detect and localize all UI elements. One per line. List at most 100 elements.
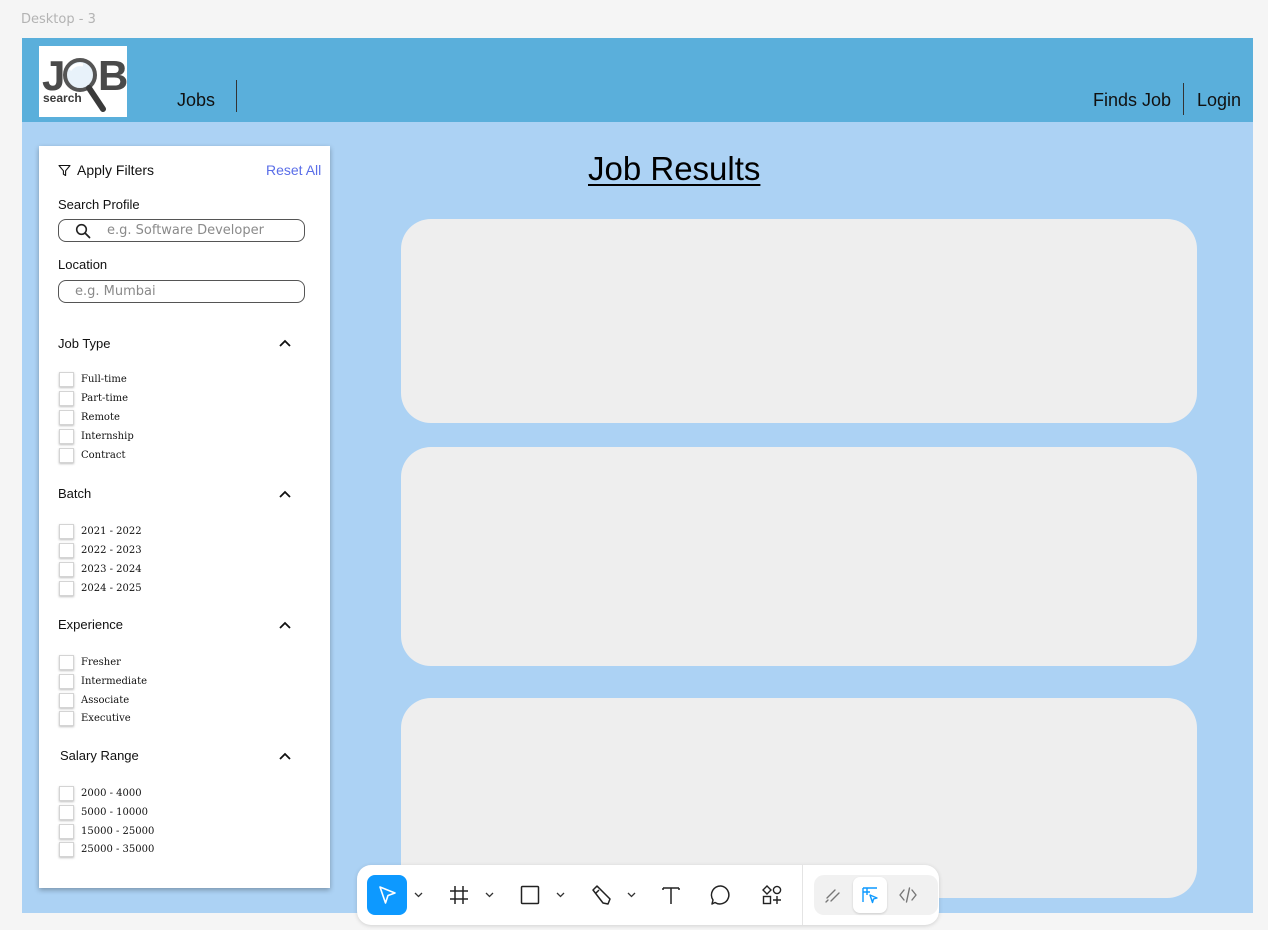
checkbox[interactable]: [59, 824, 74, 839]
design-mode-button[interactable]: [853, 877, 887, 913]
checkbox-remote[interactable]: Remote: [59, 410, 120, 425]
checkbox-label: 25000 - 35000: [81, 844, 155, 855]
location-field[interactable]: [58, 280, 305, 303]
checkbox[interactable]: [59, 805, 74, 820]
checkbox[interactable]: [59, 429, 74, 444]
pen-tool-button[interactable]: [587, 881, 615, 909]
checkbox[interactable]: [59, 655, 74, 670]
checkbox-label: Contract: [81, 450, 126, 461]
checkbox-salary-4[interactable]: 25000 - 35000: [59, 842, 154, 857]
checkbox-intermediate[interactable]: Intermediate: [59, 674, 147, 689]
dev-mode-button[interactable]: [893, 880, 923, 910]
dev-mode-icon: [899, 887, 917, 903]
checkbox-internship[interactable]: Internship: [59, 429, 134, 444]
checkbox-label: Full-time: [81, 374, 127, 385]
checkbox[interactable]: [59, 674, 74, 689]
reset-all-link[interactable]: Reset All: [266, 162, 321, 178]
checkbox-salary-2[interactable]: 5000 - 10000: [59, 805, 148, 820]
checkbox-fresher[interactable]: Fresher: [59, 655, 121, 670]
frame-icon: [450, 886, 468, 904]
apply-filters-heading[interactable]: Apply Filters: [58, 162, 154, 178]
pen-icon: [592, 885, 611, 905]
checkbox-part-time[interactable]: Part-time: [59, 391, 128, 406]
checkbox-label: Intermediate: [81, 676, 148, 687]
checkbox-batch-2021[interactable]: 2021 - 2022: [59, 524, 142, 539]
checkbox[interactable]: [59, 786, 74, 801]
comment-tool-button[interactable]: [707, 881, 735, 909]
checkbox-contract[interactable]: Contract: [59, 448, 126, 463]
nav-divider: [236, 80, 237, 112]
design-mode-icon: [862, 887, 878, 904]
checkbox-label: Associate: [81, 695, 130, 706]
location-input[interactable]: [75, 284, 265, 299]
text-icon: [662, 887, 680, 904]
checkbox[interactable]: [59, 581, 74, 596]
checkbox[interactable]: [59, 543, 74, 558]
job-search-logo[interactable]: J B search: [39, 46, 128, 117]
move-tool-button[interactable]: [367, 875, 407, 915]
chevron-down-icon: [414, 892, 422, 898]
location-label: Location: [58, 257, 108, 272]
checkbox-associate[interactable]: Associate: [59, 693, 129, 708]
rectangle-icon: [520, 885, 540, 905]
chevron-up-icon[interactable]: [278, 618, 292, 632]
checkbox[interactable]: [59, 711, 74, 726]
checkbox-label: Part-time: [81, 393, 129, 404]
frame-tool-button[interactable]: [445, 881, 473, 909]
search-profile-field[interactable]: [58, 219, 305, 242]
nav-divider: [1183, 83, 1184, 115]
experience-heading: Experience: [58, 617, 124, 632]
move-tool-dropdown[interactable]: [412, 889, 424, 901]
nav-login-link[interactable]: Login: [1197, 90, 1241, 111]
comment-icon: [710, 885, 730, 905]
checkbox-full-time[interactable]: Full-time: [59, 372, 127, 387]
chevron-up-icon[interactable]: [278, 336, 292, 350]
nav-finds-job-link[interactable]: Finds Job: [1093, 90, 1171, 111]
chevron-down-icon: [485, 892, 493, 898]
checkbox-batch-2024[interactable]: 2024 - 2025: [59, 581, 142, 596]
chevron-down-icon: [627, 892, 635, 898]
checkbox[interactable]: [59, 693, 74, 708]
checkbox-batch-2022[interactable]: 2022 - 2023: [59, 543, 142, 558]
svg-text:search: search: [43, 91, 82, 105]
checkbox[interactable]: [59, 372, 74, 387]
job-result-card[interactable]: [401, 447, 1197, 666]
checkbox-label: Internship: [81, 431, 134, 442]
checkbox-label: 2000 - 4000: [81, 788, 142, 799]
job-result-card[interactable]: [401, 219, 1197, 423]
rectangle-tool-button[interactable]: [516, 881, 544, 909]
checkbox-label: Executive: [81, 713, 131, 724]
checkbox-label: 5000 - 10000: [81, 807, 148, 818]
chevron-up-icon[interactable]: [278, 749, 292, 763]
checkbox[interactable]: [59, 842, 74, 857]
checkbox[interactable]: [59, 562, 74, 577]
chevron-up-icon[interactable]: [278, 487, 292, 501]
text-tool-button[interactable]: [657, 881, 685, 909]
checkbox-label: Fresher: [81, 657, 121, 668]
search-icon: [75, 223, 91, 238]
checkbox[interactable]: [59, 410, 74, 425]
draw-mode-icon: [825, 889, 840, 903]
checkbox-label: 2021 - 2022: [81, 526, 142, 537]
job-results-title: Job Results: [588, 150, 761, 187]
nav-jobs-link[interactable]: Jobs: [177, 90, 215, 111]
checkbox-executive[interactable]: Executive: [59, 711, 131, 726]
pen-tool-dropdown[interactable]: [625, 889, 637, 901]
search-profile-input[interactable]: [107, 223, 297, 238]
checkbox-salary-1[interactable]: 2000 - 4000: [59, 786, 142, 801]
draw-mode-button[interactable]: [819, 880, 849, 910]
chevron-down-icon: [556, 892, 564, 898]
checkbox-salary-3[interactable]: 15000 - 25000: [59, 824, 154, 839]
search-profile-label: Search Profile: [58, 197, 140, 212]
checkbox-batch-2023[interactable]: 2023 - 2024: [59, 562, 142, 577]
checkbox[interactable]: [59, 391, 74, 406]
navbar: J B search Jobs Finds Job Login: [22, 38, 1253, 122]
checkbox-label: Remote: [81, 412, 120, 423]
checkbox[interactable]: [59, 448, 74, 463]
rectangle-tool-dropdown[interactable]: [554, 889, 566, 901]
components-tool-button[interactable]: [758, 881, 786, 909]
design-toolbar: [357, 865, 939, 925]
checkbox[interactable]: [59, 524, 74, 539]
move-icon: [379, 886, 396, 904]
frame-tool-dropdown[interactable]: [483, 889, 495, 901]
